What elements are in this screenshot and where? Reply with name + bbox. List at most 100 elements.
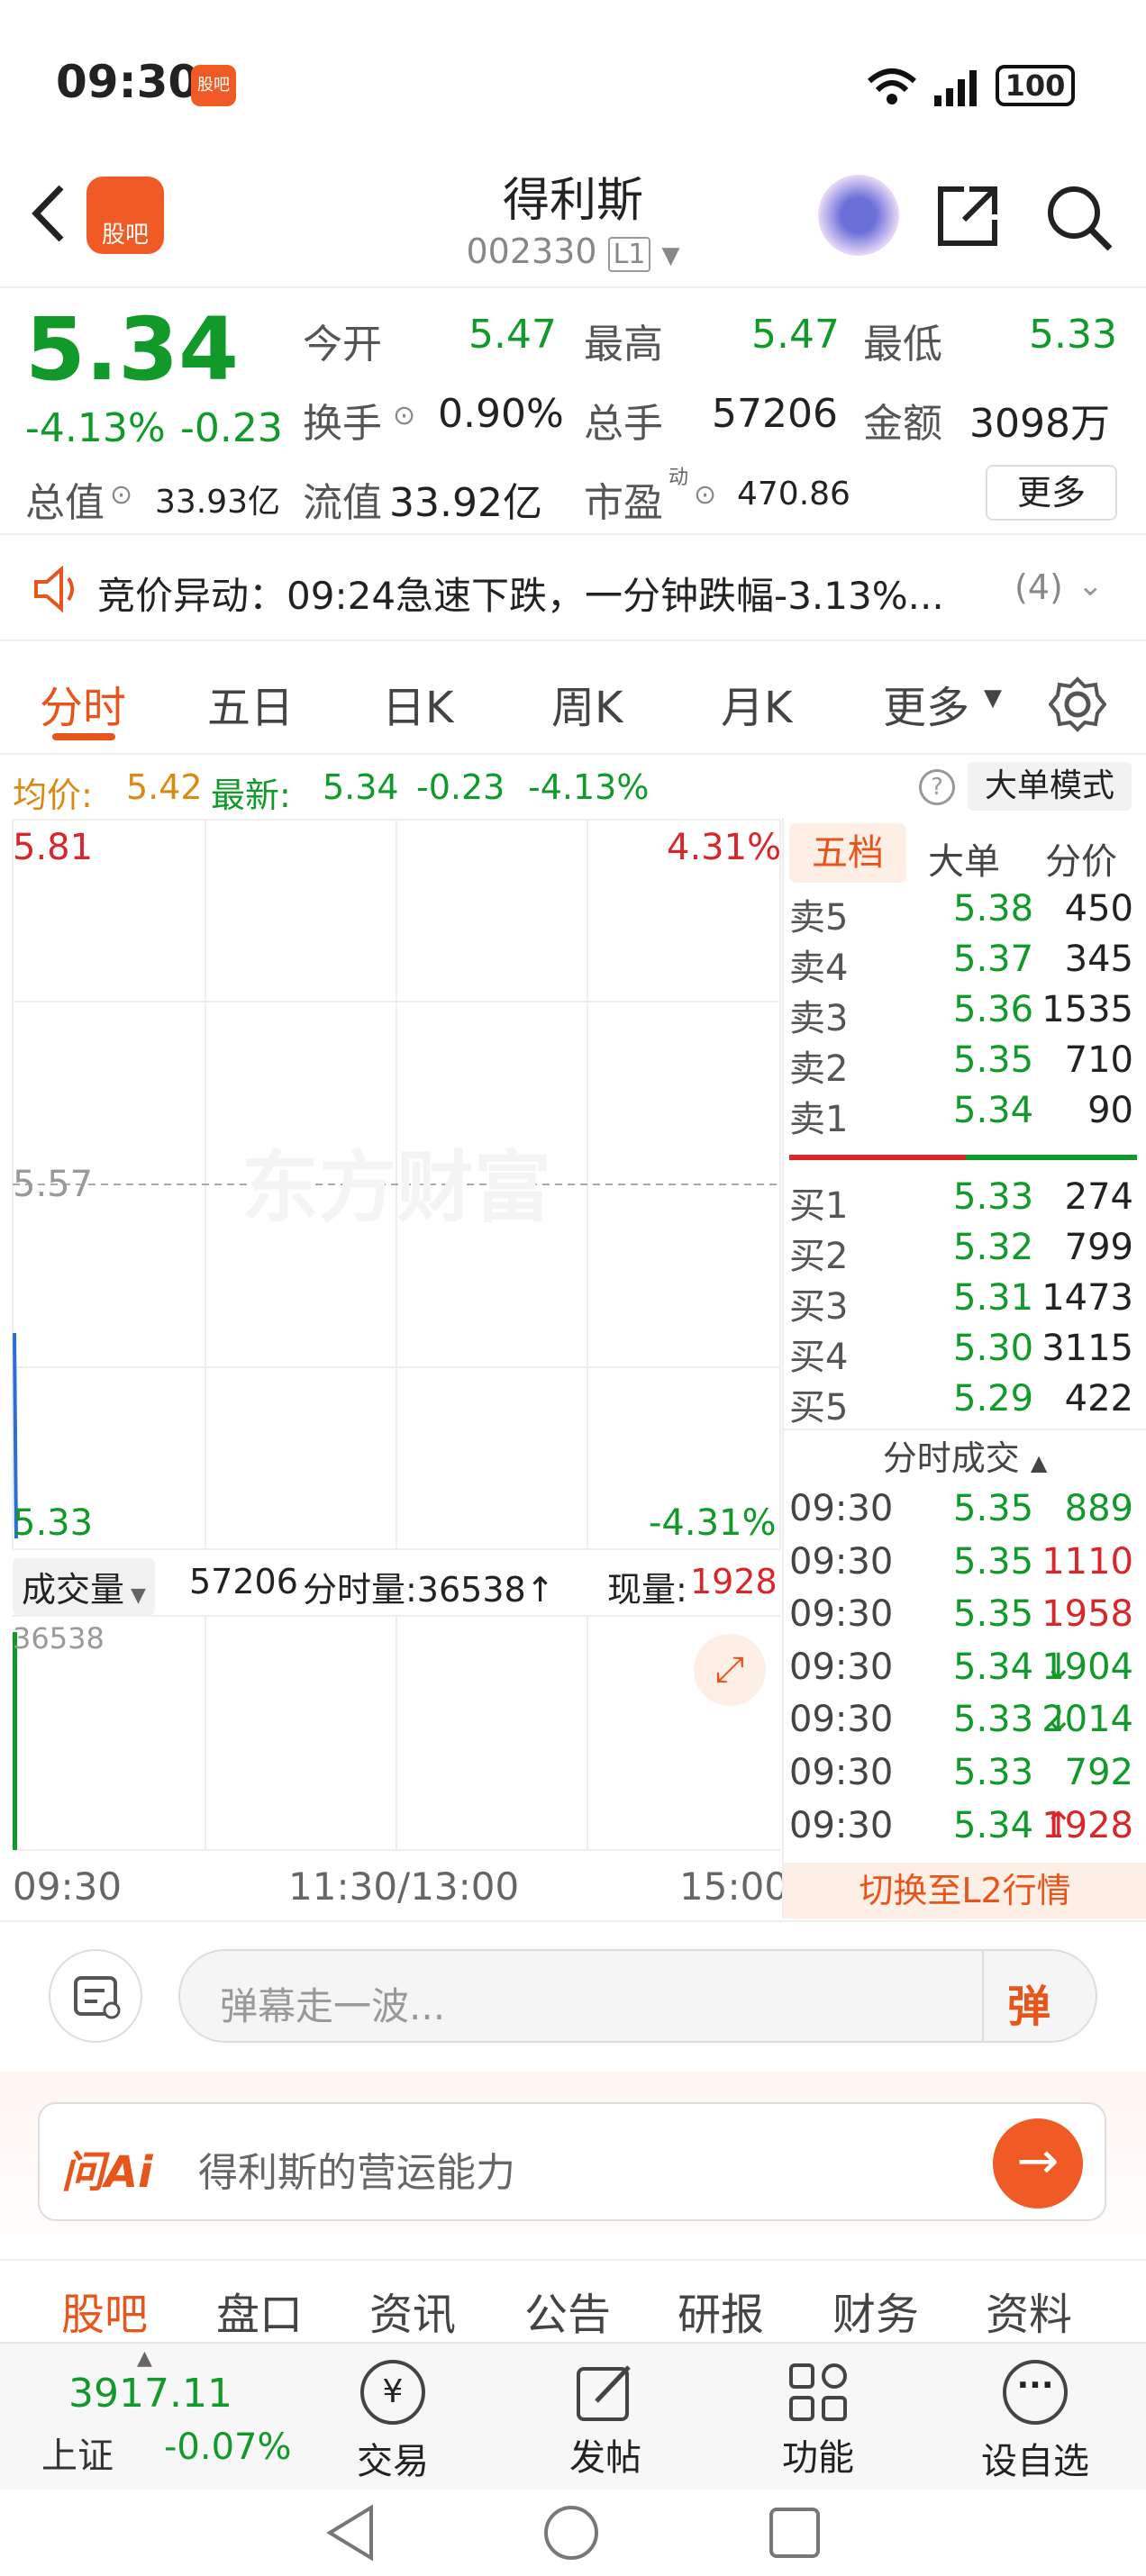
trades-header[interactable]: 分时成交 ▲: [784, 1429, 1146, 1484]
bid-row[interactable]: 买5 5.29 422: [786, 1378, 1146, 1429]
auction-alert[interactable]: 竞价异动：09:24急速下跌，一分钟跌幅-3.13%... (4) ⌄: [0, 533, 1146, 641]
tab-guba[interactable]: 股吧: [61, 2279, 148, 2342]
nav-add-watchlist[interactable]: ··· 设自选: [968, 2349, 1103, 2484]
info-icon[interactable]: ⊙: [694, 479, 716, 511]
chevron-down-icon[interactable]: ⌄: [1078, 567, 1104, 603]
help-icon[interactable]: ?: [919, 769, 955, 805]
ask-label: 卖3: [789, 998, 849, 1039]
mktcap-label: 总值: [25, 480, 105, 526]
danmu-bar: 弹幕走一波... 弹: [0, 1920, 1146, 2072]
last-label: 最新:: [211, 776, 291, 815]
y-max-label: 5.81: [13, 827, 94, 868]
tab-big-orders[interactable]: 大单: [928, 832, 1000, 884]
bid-volume: 799: [1064, 1227, 1133, 1268]
tab-news[interactable]: 资讯: [369, 2279, 456, 2342]
tab-weekly-k[interactable]: 周K: [551, 672, 623, 735]
trade-price: 5.33: [953, 1699, 1034, 1741]
mktcap-value: 33.93亿: [155, 484, 281, 521]
trade-volume: 889: [1064, 1488, 1133, 1529]
volume-label: 总手: [584, 401, 663, 447]
index-ticker[interactable]: ▲ 3917.11 上证 -0.07%: [0, 2344, 292, 2491]
bid-label: 买4: [789, 1337, 849, 1378]
edit-icon: [577, 2365, 631, 2421]
nav-recents-icon[interactable]: [764, 2502, 825, 2563]
danmu-input[interactable]: 弹幕走一波...: [220, 1976, 445, 2031]
ask-row[interactable]: 卖4 5.37 345: [786, 939, 1146, 989]
ask-label: 卖2: [789, 1048, 849, 1090]
danmu-input-wrap: 弹幕走一波... 弹: [178, 1949, 1097, 2043]
ask-row[interactable]: 卖5 5.38 450: [786, 888, 1146, 939]
trade-row: 09:30 5.34 ↓ 1904: [786, 1646, 1146, 1697]
stock-code: 002330: [466, 231, 597, 271]
bid-row[interactable]: 买3 5.31 1473: [786, 1277, 1146, 1328]
stock-header: 股吧 得利斯 002330 L1 ▼: [0, 153, 1146, 288]
search-icon[interactable]: [1043, 182, 1115, 254]
trade-time: 09:30: [789, 1593, 894, 1636]
danmu-settings-button[interactable]: [49, 1949, 142, 2043]
volume-type-select[interactable]: 成交量 ▼: [13, 1558, 155, 1615]
arrow-right-icon[interactable]: →: [993, 2118, 1083, 2209]
settings-icon[interactable]: [1049, 676, 1106, 733]
expand-icon[interactable]: ⤢: [694, 1634, 766, 1706]
chart-info-bar: 均价: 5.42 最新: 5.34 -0.23 -4.13% ? 大单模式: [0, 757, 1146, 816]
share-icon[interactable]: [933, 182, 1002, 250]
change-value: -0.23: [180, 405, 283, 451]
bid-row[interactable]: 买1 5.33 274: [786, 1176, 1146, 1227]
intraday-chart: 东方财富: [12, 819, 781, 1550]
alert-count: (4): [1014, 567, 1063, 607]
app-badge-icon: 股吧: [191, 65, 236, 106]
ask-row[interactable]: 卖1 5.34 90: [786, 1090, 1146, 1140]
level-badge: L1: [607, 237, 651, 272]
clock: 09:30: [56, 56, 200, 108]
ai-logo: 问Ai: [61, 2147, 153, 2198]
watermark: 东方财富: [241, 1143, 551, 1233]
bid-price: 5.30: [953, 1328, 1034, 1369]
high-value: 5.47: [751, 312, 840, 358]
trade-time: 09:30: [789, 1646, 894, 1688]
nav-trade[interactable]: ¥ 交易: [339, 2349, 447, 2484]
chevron-down-icon[interactable]: ▼: [662, 242, 680, 269]
tab-price-distribution[interactable]: 分价: [1045, 832, 1117, 884]
trade-row: 09:30 5.35 1958: [786, 1593, 1146, 1644]
ask-price: 5.38: [953, 888, 1034, 930]
tab-profile[interactable]: 资料: [986, 2279, 1072, 2342]
trade-row: 09:30 5.34 ↑ 1928: [786, 1805, 1146, 1855]
tab-more[interactable]: 更多: [883, 672, 969, 735]
nav-home-icon[interactable]: [541, 2502, 602, 2563]
bid-row[interactable]: 买4 5.30 3115: [786, 1328, 1146, 1378]
more-button[interactable]: 更多: [986, 465, 1117, 521]
tab-intraday[interactable]: 分时: [40, 672, 126, 735]
tab-handicap[interactable]: 盘口: [216, 2279, 303, 2342]
tab-announcements[interactable]: 公告: [524, 2279, 611, 2342]
tab-finance[interactable]: 财务: [832, 2279, 919, 2342]
info-icon[interactable]: ⊙: [393, 400, 415, 431]
big-order-mode-button[interactable]: 大单模式: [968, 762, 1132, 811]
low-value: 5.33: [1029, 312, 1117, 358]
tab-research[interactable]: 研报: [678, 2279, 764, 2342]
nav-back-icon[interactable]: [321, 2502, 382, 2563]
tab-daily-k[interactable]: 日K: [382, 672, 453, 735]
tab-five-day[interactable]: 五日: [207, 672, 294, 735]
tab-monthly-k[interactable]: 月K: [721, 672, 792, 735]
info-icon[interactable]: ⊙: [110, 479, 132, 511]
ask-volume: 710: [1064, 1039, 1133, 1081]
tab-five-level[interactable]: 五档: [789, 823, 906, 883]
pct-max-label: 4.31%: [667, 827, 782, 868]
ask-label: 卖5: [789, 897, 849, 939]
low-label: 最低: [863, 322, 942, 367]
current-volume-label: 现量:: [607, 1570, 687, 1610]
trades-title: 分时成交: [882, 1438, 1020, 1478]
nav-functions[interactable]: 功能: [764, 2349, 872, 2484]
chevron-down-icon: ▼: [124, 1584, 146, 1607]
nav-post[interactable]: 发帖: [551, 2349, 659, 2484]
ask-row[interactable]: 卖2 5.35 710: [786, 1039, 1146, 1090]
switch-l2-button[interactable]: 切换至L2行情: [784, 1863, 1146, 1918]
amount-label: 金额: [863, 401, 942, 447]
danmu-send-button[interactable]: 弹: [1007, 1971, 1050, 2034]
ai-question-card[interactable]: 问Ai 得利斯的营运能力 →: [38, 2102, 1106, 2221]
ai-robot-avatar[interactable]: [818, 175, 899, 256]
bid-row[interactable]: 买2 5.32 799: [786, 1227, 1146, 1277]
ask-row[interactable]: 卖3 5.36 1535: [786, 989, 1146, 1039]
more-dots-icon: ···: [1003, 2360, 1068, 2425]
bid-price: 5.31: [953, 1277, 1034, 1319]
